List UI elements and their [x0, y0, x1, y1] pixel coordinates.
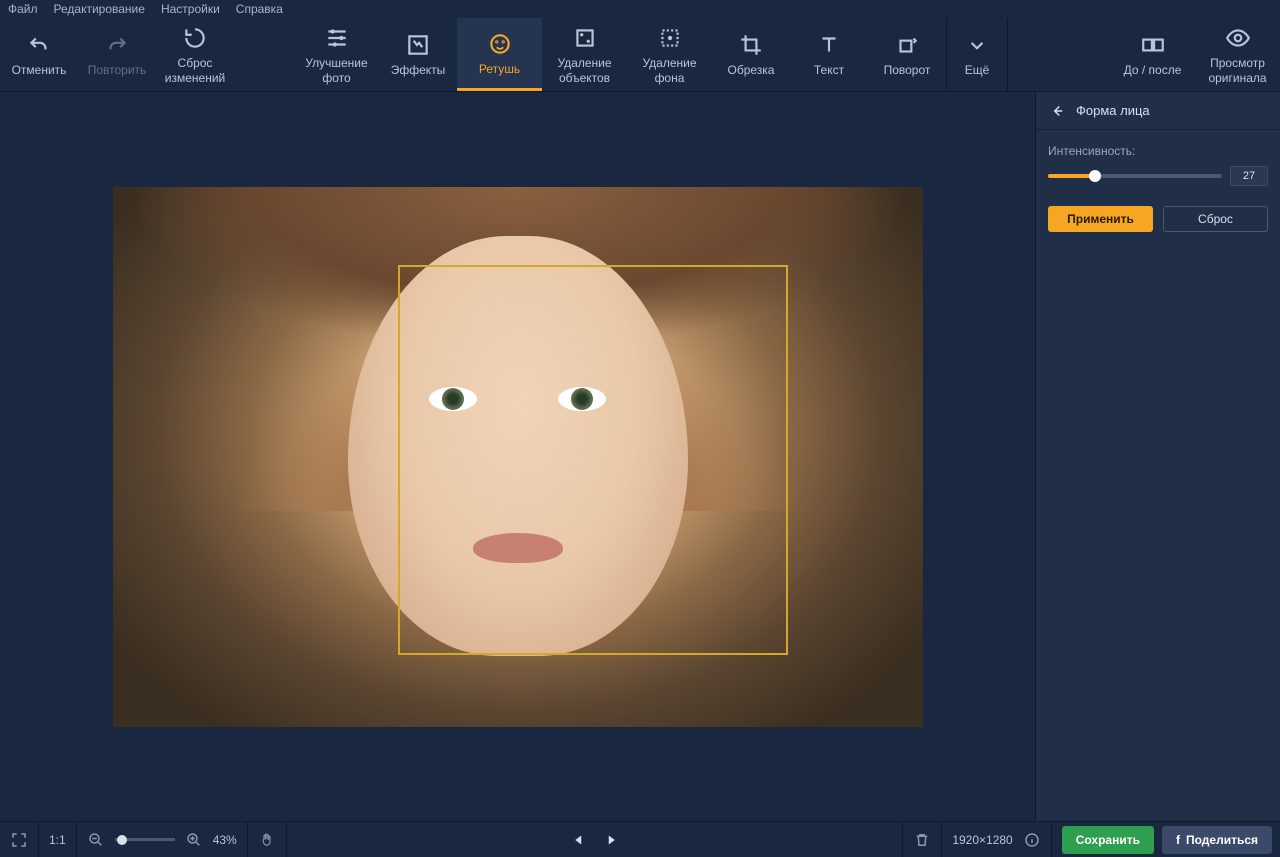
back-button[interactable] — [1048, 102, 1066, 120]
save-button[interactable]: Сохранить — [1062, 826, 1154, 854]
eye-icon — [1224, 24, 1252, 52]
menu-settings[interactable]: Настройки — [161, 2, 220, 16]
remove-obj-label: Удаление объектов — [544, 56, 625, 85]
hand-icon[interactable] — [258, 831, 276, 849]
rotate-button[interactable]: Поворот — [868, 18, 946, 91]
trash-icon[interactable] — [913, 831, 931, 849]
more-label: Ещё — [965, 63, 990, 77]
enhance-label: Улучшение фото — [296, 56, 377, 85]
slider-thumb[interactable] — [1089, 170, 1101, 182]
remove-bg-label: Удаление фона — [629, 56, 710, 85]
sliders-icon — [323, 24, 351, 52]
text-icon — [815, 31, 843, 59]
redo-label: Повторить — [88, 63, 147, 77]
menu-help[interactable]: Справка — [236, 2, 283, 16]
rotate-icon — [893, 31, 921, 59]
remove-bg-button[interactable]: Удаление фона — [627, 18, 712, 91]
statusbar: 1:1 43% 1920×1280 Сохранить f Поделиться — [0, 821, 1280, 857]
face-icon — [486, 30, 514, 58]
reset-icon — [181, 24, 209, 52]
side-panel: Форма лица Интенсивность: 27 Применить С… — [1035, 92, 1280, 821]
before-after-button[interactable]: До / после — [1110, 18, 1195, 91]
menubar: Файл Редактирование Настройки Справка — [0, 0, 1280, 18]
compare-icon — [1139, 31, 1167, 59]
retouch-label: Ретушь — [479, 62, 520, 76]
menu-edit[interactable]: Редактирование — [54, 2, 145, 16]
chevron-down-icon — [963, 31, 991, 59]
canvas-area[interactable] — [0, 92, 1035, 821]
remove-objects-button[interactable]: Удаление объектов — [542, 18, 627, 91]
undo-button[interactable]: Отменить — [0, 18, 78, 91]
text-button[interactable]: Текст — [790, 18, 868, 91]
fullscreen-icon[interactable] — [10, 831, 28, 849]
zoom-out-icon[interactable] — [87, 831, 105, 849]
prev-icon[interactable] — [570, 831, 588, 849]
zoom-actual[interactable]: 1:1 — [49, 833, 66, 847]
info-icon[interactable] — [1023, 831, 1041, 849]
crop-icon — [737, 31, 765, 59]
more-button[interactable]: Ещё — [947, 18, 1007, 91]
intensity-label: Интенсивность: — [1048, 144, 1268, 158]
remove-bg-icon — [656, 24, 684, 52]
reset-label: Сброс изменений — [158, 56, 232, 85]
retouch-button[interactable]: Ретушь — [457, 18, 542, 91]
before-after-label: До / после — [1124, 63, 1182, 77]
apply-button[interactable]: Применить — [1048, 206, 1153, 232]
intensity-value[interactable]: 27 — [1230, 166, 1268, 186]
facebook-icon: f — [1176, 833, 1180, 847]
menu-file[interactable]: Файл — [8, 2, 38, 16]
share-button[interactable]: f Поделиться — [1162, 826, 1272, 854]
zoom-slider[interactable] — [115, 838, 175, 841]
rotate-label: Поворот — [884, 63, 931, 77]
undo-label: Отменить — [12, 63, 67, 77]
remove-obj-icon — [571, 24, 599, 52]
undo-icon — [25, 31, 53, 59]
toolbar: Отменить Повторить Сброс изменений Улучш… — [0, 18, 1280, 92]
crop-button[interactable]: Обрезка — [712, 18, 790, 91]
enhance-button[interactable]: Улучшение фото — [294, 18, 379, 91]
crop-label: Обрезка — [728, 63, 775, 77]
zoom-value: 43% — [213, 833, 237, 847]
view-original-button[interactable]: Просмотр оригинала — [1195, 18, 1280, 91]
text-label: Текст — [814, 63, 844, 77]
redo-icon — [103, 31, 131, 59]
panel-title: Форма лица — [1076, 103, 1150, 118]
zoom-in-icon[interactable] — [185, 831, 203, 849]
view-original-label: Просмотр оригинала — [1197, 56, 1278, 85]
reset-button[interactable]: Сброс — [1163, 206, 1268, 232]
photo — [113, 187, 923, 727]
image-dimensions: 1920×1280 — [952, 833, 1012, 847]
next-icon[interactable] — [602, 831, 620, 849]
intensity-slider[interactable] — [1048, 174, 1222, 178]
effects-button[interactable]: Эффекты — [379, 18, 457, 91]
effects-icon — [404, 31, 432, 59]
redo-button: Повторить — [78, 18, 156, 91]
share-label: Поделиться — [1186, 833, 1258, 847]
reset-changes-button[interactable]: Сброс изменений — [156, 18, 234, 91]
effects-label: Эффекты — [391, 63, 446, 77]
